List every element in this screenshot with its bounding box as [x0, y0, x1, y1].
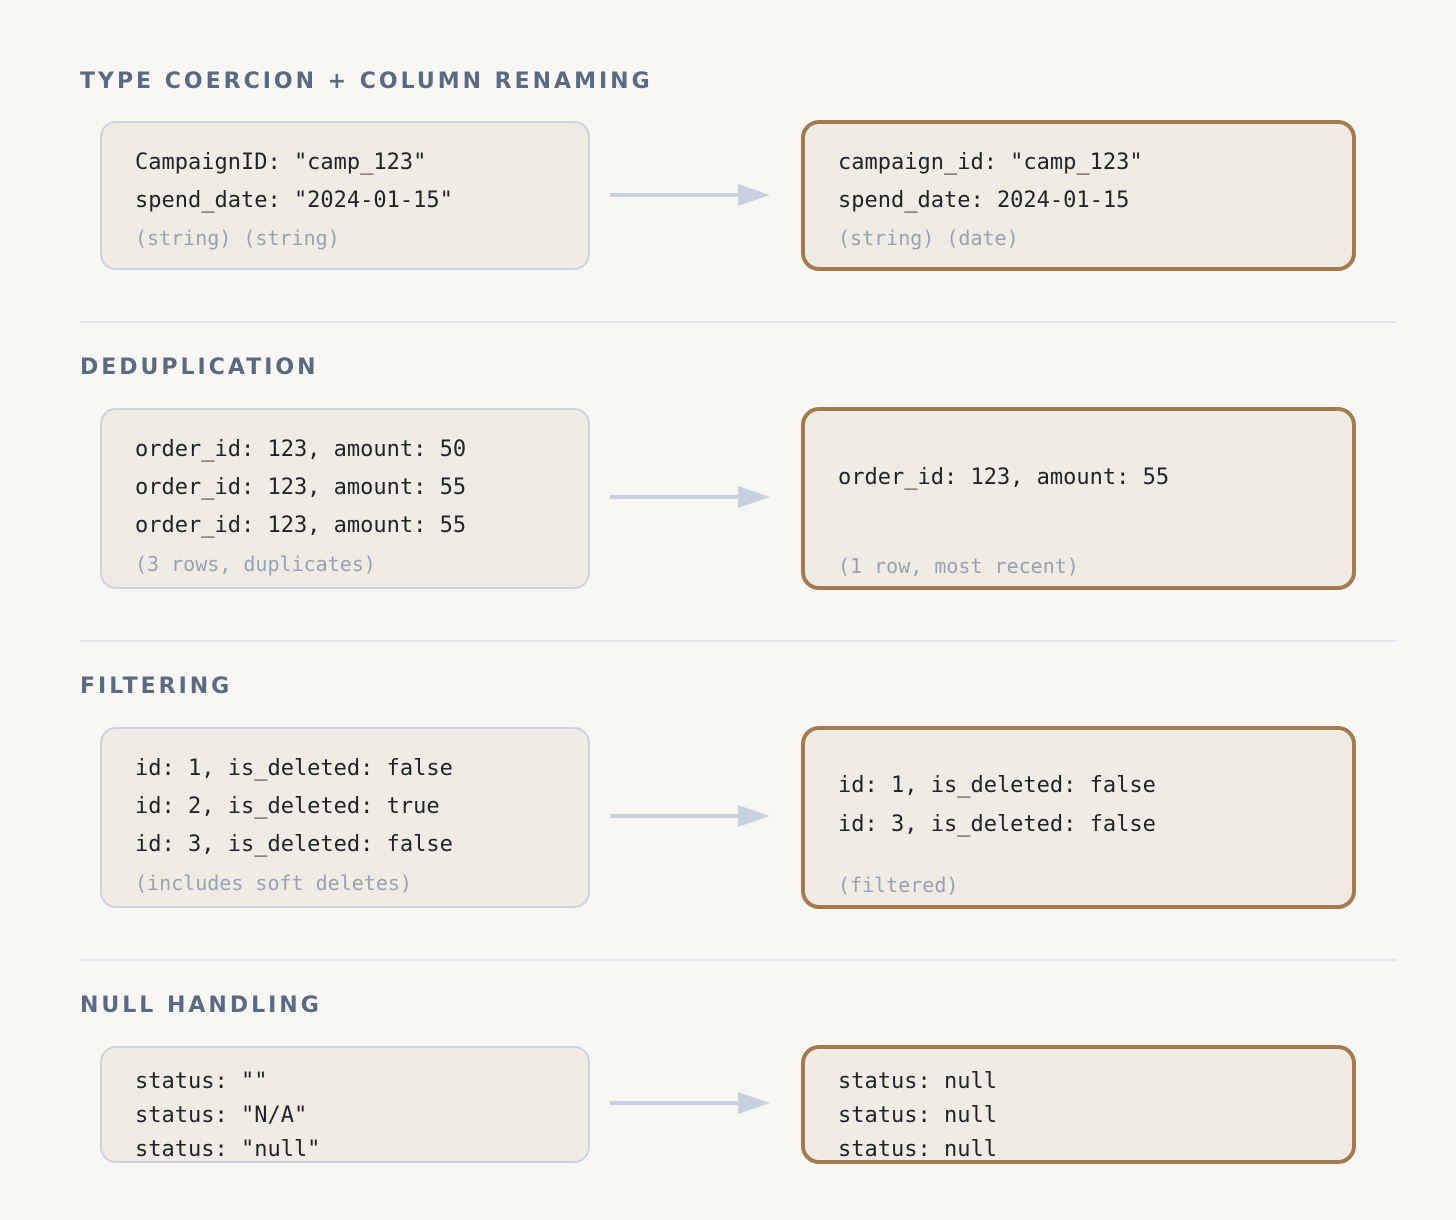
input-line: status: "N/A": [135, 1103, 308, 1128]
arrow-right-icon: [610, 1092, 770, 1114]
arrow-right-icon: [610, 486, 770, 508]
section-divider: [80, 959, 1397, 961]
section-title-filtering: FILTERING: [80, 674, 233, 699]
arrow-right-icon: [610, 805, 770, 827]
output-note: (filtered): [838, 873, 959, 897]
output-line: order_id: 123, amount: 55: [838, 465, 1170, 490]
output-line: spend_date: 2024-01-15: [838, 188, 1130, 213]
input-line: spend_date: "2024-01-15": [135, 188, 453, 213]
output-box-type-coercion: campaign_id: "camp_123" spend_date: 2024…: [801, 120, 1356, 271]
output-line: id: 3, is_deleted: false: [838, 812, 1156, 837]
input-note: (3 rows, duplicates): [135, 552, 376, 576]
input-line: id: 3, is_deleted: false: [135, 832, 453, 857]
output-note: (string) (date): [838, 226, 1019, 250]
input-line: status: "null": [135, 1137, 321, 1162]
input-box-null-handling: status: "" status: "N/A" status: "null": [100, 1046, 590, 1163]
input-note: (includes soft deletes): [135, 871, 412, 895]
section-divider: [80, 321, 1397, 323]
output-box-filtering: id: 1, is_deleted: false id: 3, is_delet…: [801, 726, 1356, 909]
output-line: id: 1, is_deleted: false: [838, 773, 1156, 798]
output-box-deduplication: order_id: 123, amount: 55 (1 row, most r…: [801, 407, 1356, 590]
section-title-deduplication: DEDUPLICATION: [80, 355, 319, 380]
input-line: status: "": [135, 1069, 268, 1094]
input-note: (string) (string): [135, 226, 340, 250]
section-divider: [80, 640, 1397, 642]
arrow-right-icon: [610, 184, 770, 206]
input-line: order_id: 123, amount: 55: [135, 513, 467, 538]
input-line: order_id: 123, amount: 50: [135, 437, 467, 462]
output-line: status: null: [838, 1137, 997, 1162]
output-line: status: null: [838, 1103, 997, 1128]
input-line: order_id: 123, amount: 55: [135, 475, 467, 500]
input-box-deduplication: order_id: 123, amount: 50 order_id: 123,…: [100, 408, 590, 589]
output-note: (1 row, most recent): [838, 554, 1079, 578]
input-line: id: 1, is_deleted: false: [135, 756, 453, 781]
output-box-null-handling: status: null status: null status: null: [801, 1045, 1356, 1164]
input-line: CampaignID: "camp_123": [135, 150, 427, 175]
input-line: id: 2, is_deleted: true: [135, 794, 440, 819]
section-title-null-handling: NULL HANDLING: [80, 993, 322, 1018]
input-box-filtering: id: 1, is_deleted: false id: 2, is_delet…: [100, 727, 590, 908]
section-title-type-coercion: TYPE COERCION + COLUMN RENAMING: [80, 69, 653, 94]
input-box-type-coercion: CampaignID: "camp_123" spend_date: "2024…: [100, 121, 590, 270]
output-line: campaign_id: "camp_123": [838, 150, 1143, 175]
output-line: status: null: [838, 1069, 997, 1094]
